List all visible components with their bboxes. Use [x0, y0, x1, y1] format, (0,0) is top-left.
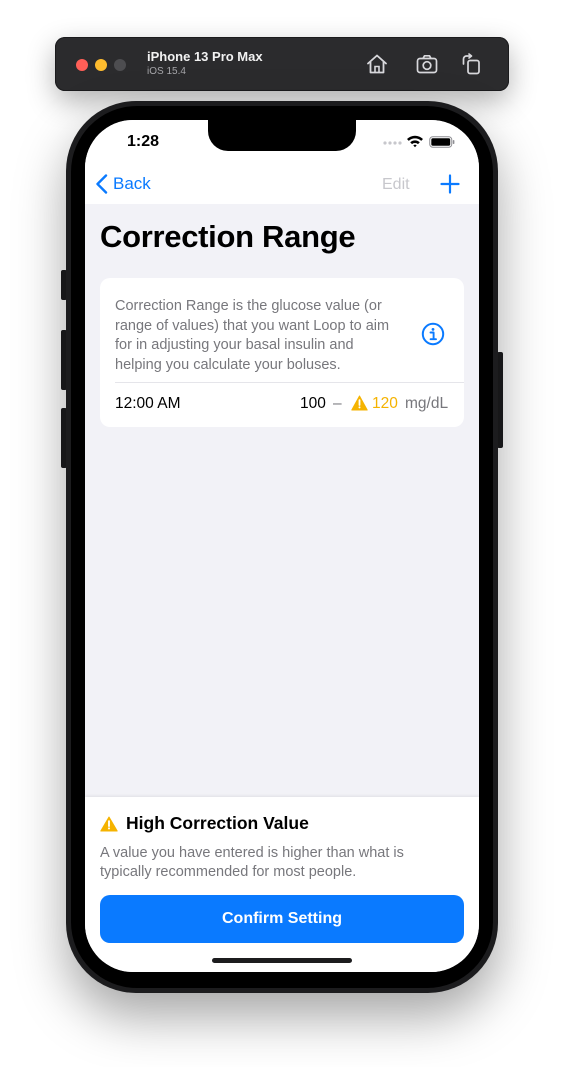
- back-button-label: Back: [113, 174, 151, 193]
- card-description: Correction Range is the glucose value (o…: [115, 298, 390, 373]
- simulator-toolbar: iPhone 13 Pro Max iOS 15.4: [55, 37, 509, 91]
- rotate-icon: [462, 53, 480, 75]
- home-indicator[interactable]: [212, 958, 352, 963]
- schedule-row-range: 100 – 120 mg/dL: [100, 395, 464, 415]
- rotate-button[interactable]: [459, 52, 483, 76]
- chevron-left-icon: [96, 174, 108, 194]
- range-upper-value: 120: [372, 395, 398, 412]
- warning-triangle-icon: [351, 395, 368, 411]
- status-time: 1:28: [127, 133, 160, 150]
- correction-range-card: Correction Range is the glucose value (o…: [100, 278, 464, 427]
- zoom-window-button[interactable]: [114, 59, 126, 71]
- plus-icon: [440, 174, 460, 194]
- add-button[interactable]: [439, 173, 461, 195]
- range-unit: mg/dL: [405, 395, 449, 412]
- warning-message: A value you have entered is higher than …: [100, 845, 404, 880]
- simulator-device-name: iPhone 13 Pro Max: [147, 49, 263, 64]
- simulator-os-version: iOS 15.4: [147, 66, 186, 77]
- edit-button[interactable]: Edit: [382, 176, 410, 194]
- warning-sheet: High Correction Value A value you have e…: [85, 797, 479, 972]
- warning-title: High Correction Value: [126, 813, 309, 833]
- back-button[interactable]: Back: [95, 173, 151, 195]
- device-screen: 1:28 Back Edit Correction Range Correcti…: [85, 120, 479, 972]
- cellular-signal-icon: [383, 141, 402, 145]
- range-separator: –: [333, 395, 342, 412]
- battery-icon: [429, 136, 455, 148]
- home-button[interactable]: [365, 52, 389, 76]
- screenshot-button[interactable]: [415, 52, 439, 76]
- home-icon: [367, 54, 387, 74]
- card-divider: [115, 382, 464, 383]
- info-icon: [421, 322, 445, 346]
- minimize-window-button[interactable]: [95, 59, 107, 71]
- wifi-icon: [407, 135, 423, 148]
- close-window-button[interactable]: [76, 59, 88, 71]
- confirm-setting-button[interactable]: Confirm Setting: [100, 895, 464, 943]
- screenshot-icon: [416, 54, 438, 74]
- page-title: Correction Range: [100, 219, 356, 254]
- notch: [208, 120, 356, 151]
- warning-triangle-icon: [100, 816, 118, 832]
- info-button[interactable]: [421, 322, 445, 346]
- range-lower-value: 100: [300, 395, 326, 412]
